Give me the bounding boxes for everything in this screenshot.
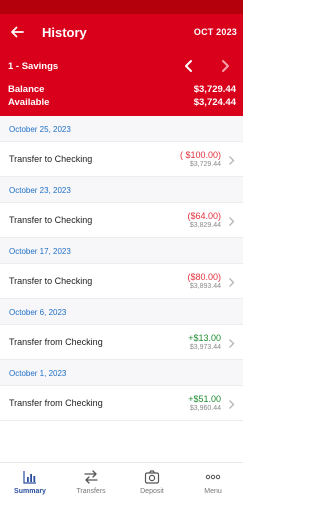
camera-icon <box>144 470 160 484</box>
transaction-row[interactable]: Transfer from Checking +$51.00 $3,960.44 <box>0 386 243 421</box>
home-indicator-area <box>0 502 243 512</box>
running-balance: $3,973.44 <box>189 344 221 351</box>
tab-deposit[interactable]: Deposit <box>122 463 182 503</box>
chevron-right-icon[interactable] <box>218 58 232 74</box>
top-bar: History OCT 2023 <box>0 14 243 52</box>
running-balance: $3,829.44 <box>189 222 221 229</box>
tab-label: Deposit <box>140 488 164 495</box>
tab-menu[interactable]: Menu <box>183 463 243 503</box>
transaction-amount: ($64.00) <box>187 211 221 221</box>
transfer-arrows-icon <box>84 470 98 484</box>
transaction-description: Transfer to Checking <box>9 154 93 164</box>
date-label: October 1, 2023 <box>9 369 67 378</box>
date-header: October 17, 2023 <box>0 238 243 264</box>
transaction-amount: ( $100.00) <box>179 150 221 160</box>
transaction-amount: +$13.00 <box>188 333 221 343</box>
date-label: October 23, 2023 <box>9 186 71 195</box>
balance-row: Balance $3,729.44 <box>0 84 243 97</box>
header: History OCT 2023 1 - Savings Balance $3,… <box>0 14 243 116</box>
tab-label: Summary <box>14 488 46 495</box>
chevron-right-icon <box>229 339 235 348</box>
transaction-row[interactable]: Transfer to Checking ( $100.00) $3,729.4… <box>0 142 243 177</box>
date-label: October 17, 2023 <box>9 247 71 256</box>
bottom-tab-bar: Summary Transfers Deposit Menu <box>0 462 243 502</box>
chevron-right-icon <box>229 400 235 409</box>
transaction-row[interactable]: Transfer to Checking ($80.00) $3,893.44 <box>0 264 243 299</box>
transaction-amount: +$51.00 <box>188 394 221 404</box>
date-label: October 6, 2023 <box>9 308 67 317</box>
transaction-description: Transfer from Checking <box>9 337 103 347</box>
more-dots-icon <box>205 474 221 480</box>
date-header: October 23, 2023 <box>0 177 243 203</box>
balance-label: Balance <box>8 84 45 95</box>
transaction-description: Transfer from Checking <box>9 398 103 408</box>
available-row: Available $3,724.44 <box>0 97 243 110</box>
account-name: 1 - Savings <box>8 61 59 72</box>
chevron-right-icon <box>229 217 235 226</box>
transaction-description: Transfer to Checking <box>9 276 93 286</box>
tab-label: Transfers <box>76 488 106 495</box>
chevron-right-icon <box>229 278 235 287</box>
date-header: October 1, 2023 <box>0 360 243 386</box>
transaction-row[interactable]: Transfer from Checking +$13.00 $3,973.44 <box>0 325 243 360</box>
chevron-left-icon[interactable] <box>182 58 196 74</box>
status-bar <box>0 0 243 14</box>
date-header: October 25, 2023 <box>0 116 243 142</box>
running-balance: $3,893.44 <box>189 283 221 290</box>
available-label: Available <box>8 97 50 108</box>
month-label[interactable]: OCT 2023 <box>194 27 237 37</box>
date-label: October 25, 2023 <box>9 125 71 134</box>
tab-transfers[interactable]: Transfers <box>61 463 121 503</box>
running-balance: $3,729.44 <box>189 161 221 168</box>
tab-summary[interactable]: Summary <box>0 463 60 503</box>
transaction-row[interactable]: Transfer to Checking ($64.00) $3,829.44 <box>0 203 243 238</box>
tab-label: Menu <box>204 488 222 495</box>
transaction-amount: ($80.00) <box>187 272 221 282</box>
available-value: $3,724.44 <box>193 97 236 108</box>
running-balance: $3,960.44 <box>189 405 221 412</box>
account-selector: 1 - Savings <box>0 52 243 82</box>
back-arrow-icon[interactable] <box>9 24 25 40</box>
balance-value: $3,729.44 <box>193 84 236 95</box>
date-header: October 6, 2023 <box>0 299 243 325</box>
transaction-description: Transfer to Checking <box>9 215 93 225</box>
page-title: History <box>42 25 87 40</box>
chevron-right-icon <box>229 156 235 165</box>
bar-chart-icon <box>23 471 36 484</box>
